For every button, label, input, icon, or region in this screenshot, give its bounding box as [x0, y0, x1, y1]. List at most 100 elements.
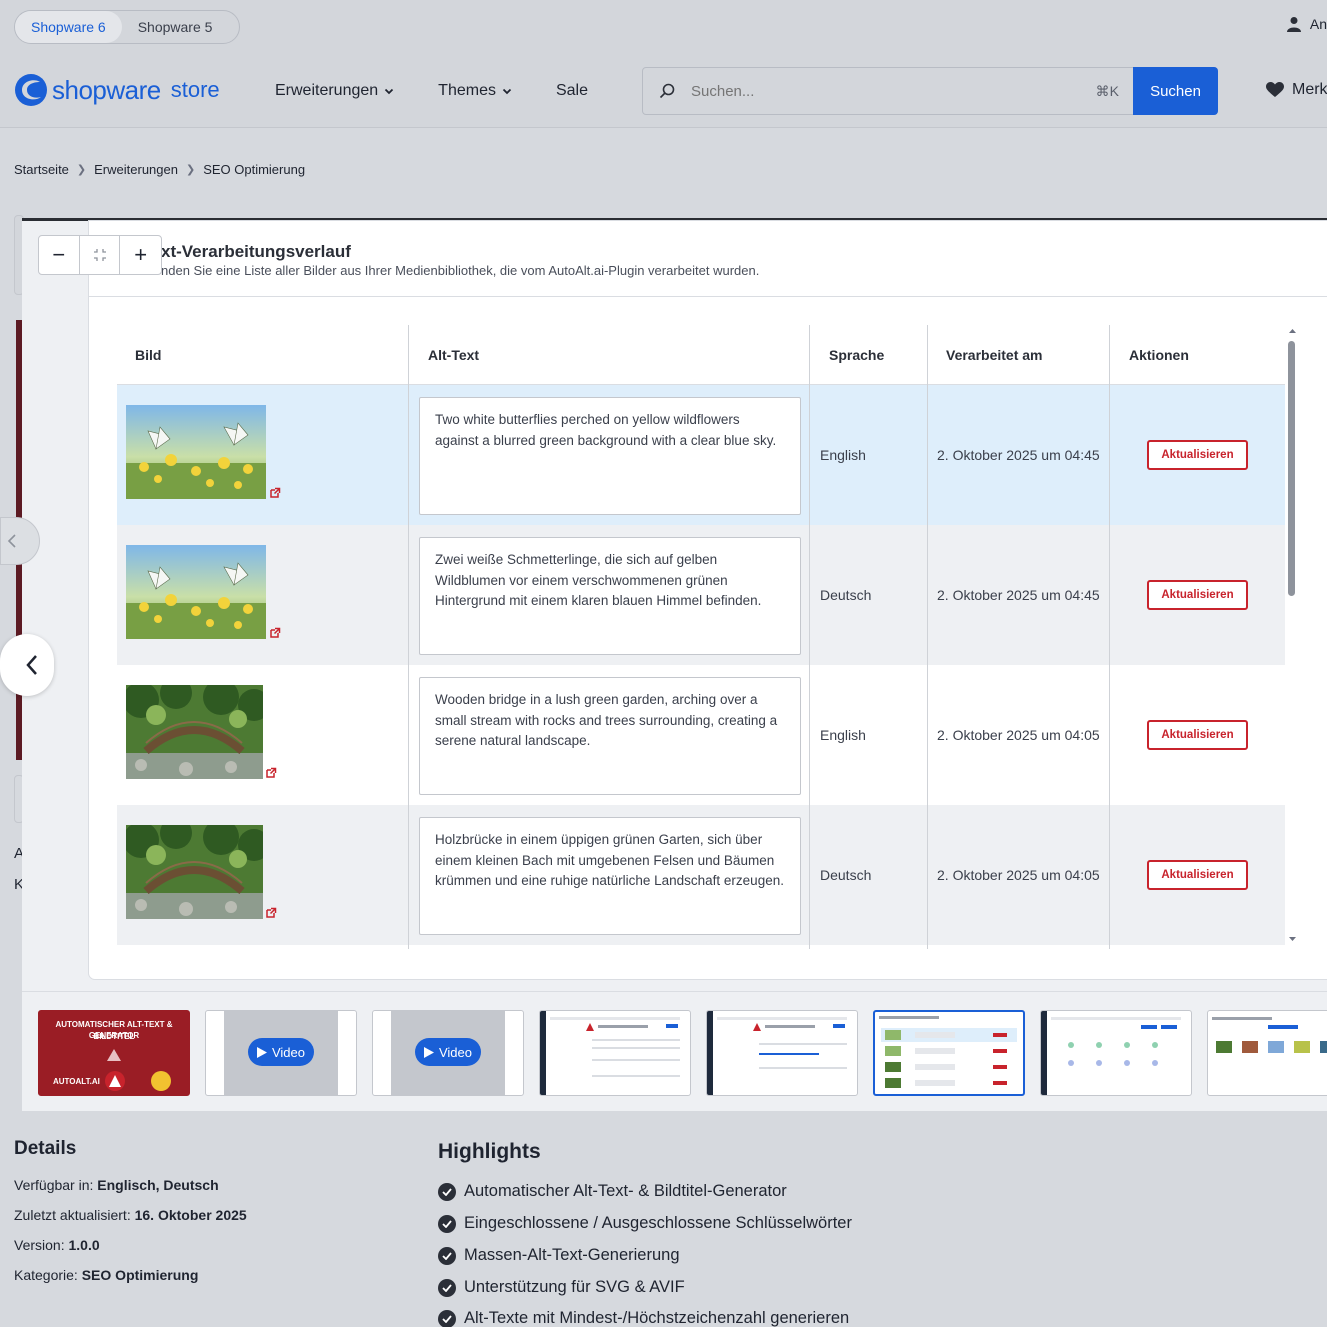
alt-text-field[interactable]: Two white butterflies perched on yellow … [419, 397, 801, 515]
processed-date-cell: 2. Oktober 2025 um 04:45 [937, 587, 1100, 603]
thumbnail-screenshot[interactable] [1207, 1010, 1327, 1096]
highlights-title: Highlights [438, 1140, 541, 1163]
column-header: Sprache [829, 347, 885, 363]
detail-last-updated: Zuletzt aktualisiert: 16. Oktober 2025 [14, 1207, 247, 1223]
search-bar: ⌘K Suchen [642, 67, 1218, 115]
chevron-down-icon [385, 88, 394, 95]
detail-label: Kategorie: [14, 1267, 78, 1283]
column-header: Bild [135, 347, 162, 363]
play-icon [423, 1046, 434, 1058]
search-button[interactable]: Suchen [1133, 67, 1218, 115]
butterflies-image [126, 545, 266, 639]
zoom-in-button[interactable]: + [120, 236, 161, 274]
thumbnail-strip: AUTOMATISCHER ALT-TEXT & BILDTITEL GENER… [22, 991, 1327, 1111]
scrollbar-thumb[interactable] [1288, 341, 1295, 596]
thumbnail-screenshot[interactable] [706, 1010, 858, 1096]
video-badge: Video [415, 1038, 481, 1066]
thumbnail-video[interactable]: Video [372, 1010, 524, 1096]
chevron-left-icon [26, 655, 37, 675]
nav-erweiterungen[interactable]: Erweiterungen [275, 82, 394, 100]
shopware-logo[interactable]: shopware store [14, 73, 220, 107]
column-header: Alt-Text [428, 347, 480, 363]
chevron-right-icon: ❯ [185, 164, 196, 176]
main-nav: Erweiterungen Themes Sale [275, 82, 632, 100]
detail-label: Verfügbar in: [14, 1177, 94, 1193]
column-divider [809, 325, 810, 949]
butterflies-image [126, 405, 266, 499]
thumbnail-screenshot[interactable] [1040, 1010, 1192, 1096]
screenshot-preview [1041, 1011, 1181, 1095]
check-circle-icon [438, 1309, 456, 1327]
top-bar: Shopware 6 Shopware 5 An [0, 0, 1327, 55]
external-link-icon[interactable] [269, 627, 281, 639]
alt-text-field[interactable]: Zwei weiße Schmetterlinge, die sich auf … [419, 537, 801, 655]
alt-text-field[interactable]: Holzbrücke in einem üppigen grünen Garte… [419, 817, 801, 935]
highlight-text: Alt-Texte mit Mindest-/Höchstzeichenzahl… [464, 1309, 850, 1327]
column-divider [1109, 325, 1110, 949]
zoom-out-button[interactable]: − [39, 236, 80, 274]
search-shortcut: ⌘K [1095, 82, 1119, 99]
nav-label: Sale [555, 82, 588, 99]
image-lightbox: xt-Verarbeitungsverlauf nden Sie eine Li… [0, 218, 1327, 1111]
column-header: Verarbeitet am [946, 347, 1043, 363]
alt-text-field[interactable]: Wooden bridge in a lush green garden, ar… [419, 677, 801, 795]
detail-version: Version: 1.0.0 [14, 1237, 100, 1253]
external-link-icon[interactable] [269, 487, 281, 499]
thumbnail-banner[interactable]: AUTOMATISCHER ALT-TEXT & BILDTITEL GENER… [38, 1010, 190, 1096]
external-link-icon[interactable] [265, 767, 277, 779]
update-button[interactable]: Aktualisieren [1147, 720, 1248, 750]
thumbnail-video[interactable]: Video [205, 1010, 357, 1096]
wishlist-label: Merk [1292, 81, 1327, 98]
prev-slide-button[interactable] [0, 634, 54, 696]
chevron-right-icon: ❯ [76, 164, 87, 176]
tab-shopware-5[interactable]: Shopware 5 [122, 11, 229, 43]
screenshot-preview [879, 1016, 1017, 1088]
update-button[interactable]: Aktualisieren [1147, 860, 1248, 890]
video-badge: Video [248, 1038, 314, 1066]
highlight-item: Massen-Alt-Text-Generierung [438, 1246, 680, 1265]
update-button[interactable]: Aktualisieren [1147, 580, 1248, 610]
heart-icon [1266, 82, 1284, 97]
lightbox-screenshot: xt-Verarbeitungsverlauf nden Sie eine Li… [89, 221, 1327, 979]
bridge-image [126, 685, 263, 779]
zoom-controls: − + [38, 235, 162, 275]
nav-themes[interactable]: Themes [438, 82, 512, 100]
chevron-left-icon [7, 534, 16, 548]
breadcrumb: Startseite ❯ Erweiterungen ❯ SEO Optimie… [14, 162, 305, 177]
account-link[interactable]: An [1286, 16, 1327, 32]
wishlist-link[interactable]: Merk [1266, 81, 1327, 99]
shopware-logo-icon [15, 74, 47, 106]
screenshot-preview [1212, 1017, 1327, 1053]
breadcrumb-item[interactable]: SEO Optimierung [203, 162, 305, 177]
language-cell: English [820, 727, 866, 743]
logo-text: shopware [52, 74, 161, 105]
update-button[interactable]: Aktualisieren [1147, 440, 1248, 470]
detail-available-languages: Verfügbar in: Englisch, Deutsch [14, 1177, 219, 1193]
nav-sale[interactable]: Sale [556, 82, 588, 100]
highlight-text: Eingeschlossene / Ausgeschlossene Schlüs… [464, 1214, 852, 1232]
thumbnail-screenshot-active[interactable] [873, 1010, 1025, 1096]
chevron-down-icon [502, 88, 512, 95]
background-prev-arrow[interactable] [0, 517, 40, 565]
highlight-item: Alt-Texte mit Mindest-/Höchstzeichenzahl… [438, 1309, 849, 1327]
history-table: Bild Alt-Text Sprache Verarbeitet am Akt… [117, 325, 1285, 949]
check-circle-icon [438, 1246, 456, 1265]
detail-label: Version: [14, 1237, 65, 1253]
thumbnail-screenshot[interactable] [539, 1010, 691, 1096]
highlight-item: Unterstützung für SVG & AVIF [438, 1278, 685, 1297]
screenshot-subtitle: nden Sie eine Liste aller Bilder aus Ihr… [161, 263, 760, 278]
bridge-image [126, 825, 263, 919]
detail-value: Englisch, Deutsch [97, 1177, 219, 1193]
external-link-icon[interactable] [265, 907, 277, 919]
column-divider [408, 325, 409, 949]
fit-to-screen-button[interactable] [80, 236, 121, 274]
banner-brand: AUTOALT.AI [53, 1077, 100, 1086]
column-header: Aktionen [1129, 347, 1189, 363]
video-label: Video [271, 1044, 305, 1060]
highlight-text: Unterstützung für SVG & AVIF [464, 1278, 685, 1296]
search-input[interactable] [691, 82, 1096, 100]
main-header: shopware store Erweiterungen Themes Sale… [0, 55, 1327, 128]
breadcrumb-item[interactable]: Startseite [14, 162, 69, 177]
tab-shopware-6[interactable]: Shopware 6 [15, 11, 122, 43]
breadcrumb-item[interactable]: Erweiterungen [94, 162, 178, 177]
